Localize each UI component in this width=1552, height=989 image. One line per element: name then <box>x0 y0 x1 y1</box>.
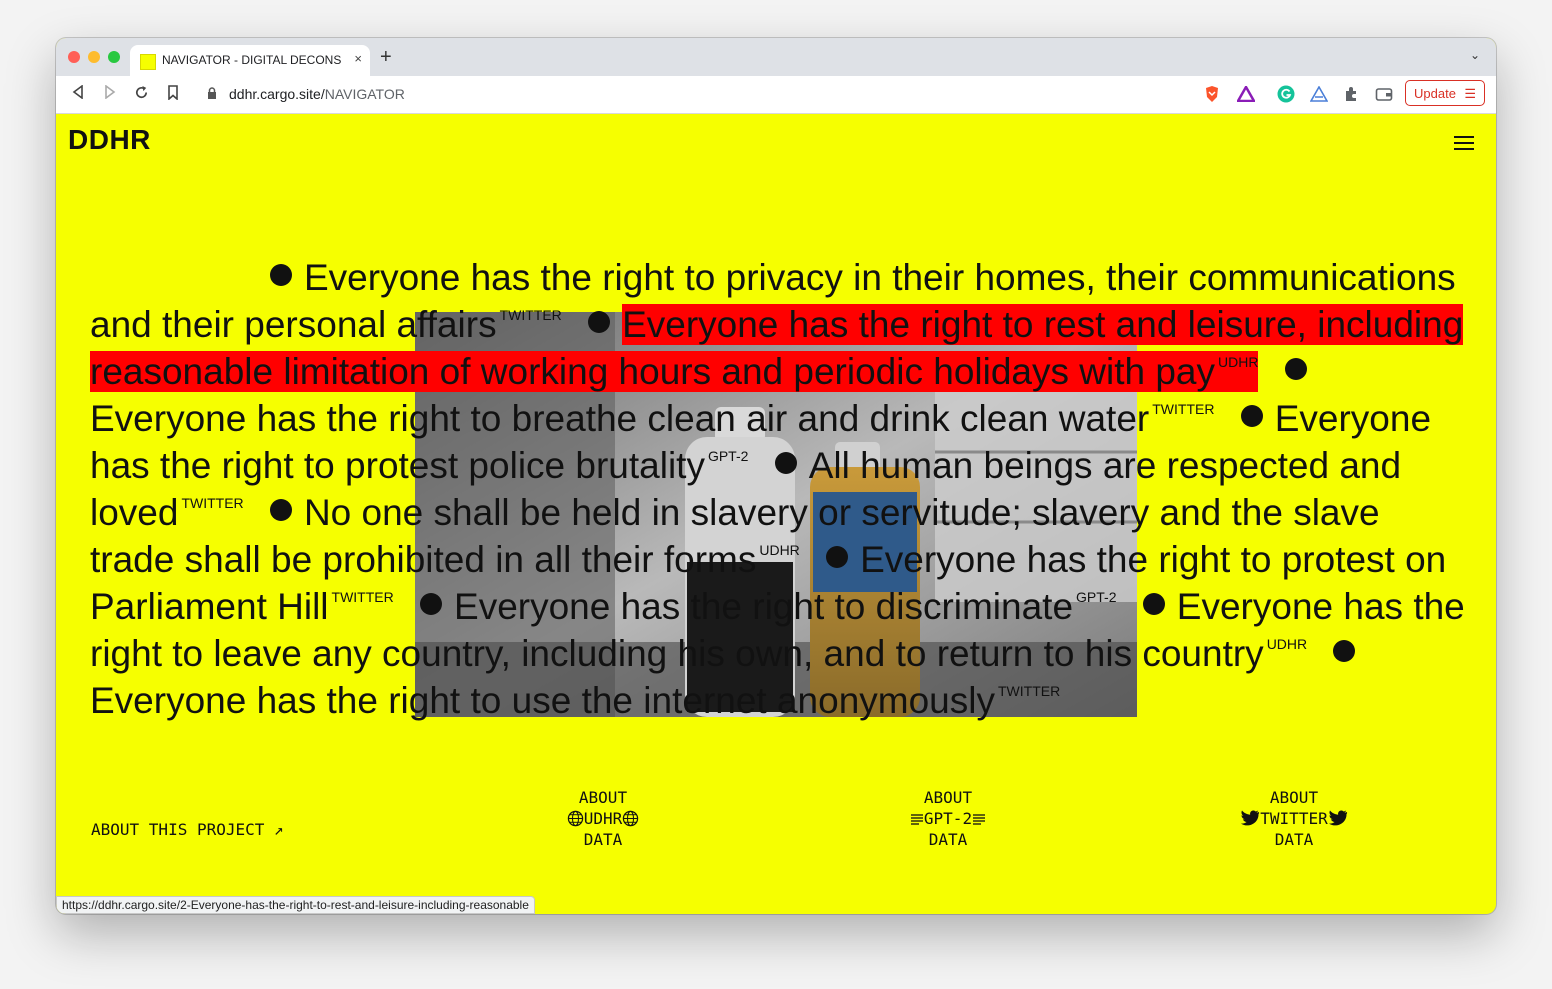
reload-icon[interactable] <box>134 85 149 104</box>
about-udhr-data-link[interactable]: ABOUT UDHR DATA <box>543 787 663 850</box>
about-gpt2-line1: ABOUT <box>923 788 973 807</box>
back-icon[interactable] <box>72 84 84 103</box>
source-tag: TWITTER <box>331 589 394 605</box>
bullet-icon <box>1333 640 1356 662</box>
text-lines-icon <box>973 814 986 825</box>
tab-close-icon[interactable]: × <box>354 51 362 66</box>
about-twitter-line2: TWITTER <box>1209 808 1379 829</box>
source-tag: UDHR <box>1266 636 1308 652</box>
arrow-up-right-icon: ↗ <box>274 820 284 839</box>
hamburger-menu-icon[interactable] <box>1454 136 1474 152</box>
bookmark-icon[interactable] <box>167 85 179 104</box>
source-tag: UDHR <box>759 542 800 558</box>
twitter-bird-icon <box>1241 810 1260 826</box>
browser-window: NAVIGATOR - DIGITAL DECONS × + ⌄ ddhr.ca… <box>56 38 1496 914</box>
site-logo[interactable]: DDHR <box>68 124 151 156</box>
new-tab-button[interactable]: + <box>380 46 392 69</box>
favicon-icon <box>140 54 156 70</box>
bullet-icon <box>1284 358 1307 380</box>
bullet-icon <box>420 593 443 615</box>
about-udhr-line2: UDHR <box>543 808 663 829</box>
globe-icon <box>567 810 583 827</box>
about-gpt2-line3: DATA <box>928 830 968 849</box>
about-gpt2-line2: GPT-2 <box>878 808 1018 829</box>
about-udhr-line3: DATA <box>583 830 623 849</box>
text-lines-icon <box>910 814 923 825</box>
lock-icon <box>207 87 217 102</box>
close-window-button[interactable] <box>68 51 80 63</box>
active-tab[interactable]: NAVIGATOR - DIGITAL DECONS × <box>130 45 370 76</box>
menu-icon: ☰ <box>1464 86 1476 101</box>
bullet-icon <box>774 452 797 474</box>
extensions-puzzle-icon[interactable] <box>1342 85 1360 103</box>
about-gpt2-data-link[interactable]: ABOUT GPT-2 DATA <box>878 787 1018 850</box>
sentence-link[interactable]: Everyone has the right to discriminate <box>454 586 1073 627</box>
about-twitter-line3: DATA <box>1274 830 1314 849</box>
url-text: ddhr.cargo.site/NAVIGATOR <box>229 86 405 102</box>
drive-icon[interactable] <box>1310 85 1328 103</box>
rights-paragraph: Everyone has the right to privacy in the… <box>90 254 1470 724</box>
tab-bar: NAVIGATOR - DIGITAL DECONS × + ⌄ <box>56 38 1496 76</box>
status-bar-url: https://ddhr.cargo.site/2-Everyone-has-t… <box>56 896 535 914</box>
bullet-icon <box>826 546 849 568</box>
sentence-link[interactable]: Everyone has the right to breathe clean … <box>90 398 1149 439</box>
bullet-icon <box>588 311 611 333</box>
url-host: ddhr.cargo.site/ <box>229 86 325 102</box>
update-label: Update <box>1414 86 1456 101</box>
source-tag: GPT-2 <box>707 448 749 464</box>
about-project-link[interactable]: ABOUT THIS PROJECT ↗ <box>91 819 284 840</box>
update-button[interactable]: Update ☰ <box>1405 80 1485 106</box>
forward-icon[interactable] <box>104 84 116 103</box>
twitter-label: TWITTER <box>1260 809 1328 828</box>
bullet-icon <box>1142 593 1165 615</box>
about-twitter-line1: ABOUT <box>1269 788 1319 807</box>
tab-title: NAVIGATOR - DIGITAL DECONS <box>162 53 342 67</box>
window-controls <box>68 51 120 63</box>
minimize-window-button[interactable] <box>88 51 100 63</box>
bullet-icon <box>269 499 292 521</box>
maximize-window-button[interactable] <box>108 51 120 63</box>
source-tag: UDHR <box>1218 354 1259 370</box>
globe-icon <box>623 810 639 827</box>
source-tag: TWITTER <box>997 683 1061 699</box>
about-udhr-line1: ABOUT <box>578 788 628 807</box>
brave-rewards-icon[interactable] <box>1237 85 1255 103</box>
about-twitter-data-link[interactable]: ABOUT TWITTER DATA <box>1209 787 1379 850</box>
wallet-icon[interactable] <box>1375 85 1393 103</box>
tab-search-icon[interactable]: ⌄ <box>1470 48 1480 62</box>
brave-shield-icon[interactable] <box>1203 85 1221 103</box>
browser-toolbar: ddhr.cargo.site/NAVIGATOR Update ☰ <box>56 76 1496 114</box>
udhr-label: UDHR <box>583 809 623 828</box>
source-tag: TWITTER <box>181 495 244 511</box>
source-tag: TWITTER <box>499 307 562 323</box>
address-bar[interactable]: ddhr.cargo.site/NAVIGATOR <box>197 80 1195 108</box>
about-project-label: ABOUT THIS PROJECT <box>91 820 265 839</box>
source-tag: GPT-2 <box>1076 589 1117 605</box>
twitter-bird-icon <box>1328 810 1347 826</box>
grammarly-icon[interactable] <box>1277 85 1295 103</box>
gpt2-label: GPT-2 <box>923 809 973 828</box>
url-path: NAVIGATOR <box>324 86 405 102</box>
bullet-icon <box>1240 405 1263 427</box>
bullet-icon <box>270 264 292 286</box>
page-content: DDHR Everyone has the right to privacy i… <box>56 114 1496 914</box>
sentence-link[interactable]: Everyone has the right to use the intern… <box>90 680 995 721</box>
source-tag: TWITTER <box>1152 401 1215 417</box>
